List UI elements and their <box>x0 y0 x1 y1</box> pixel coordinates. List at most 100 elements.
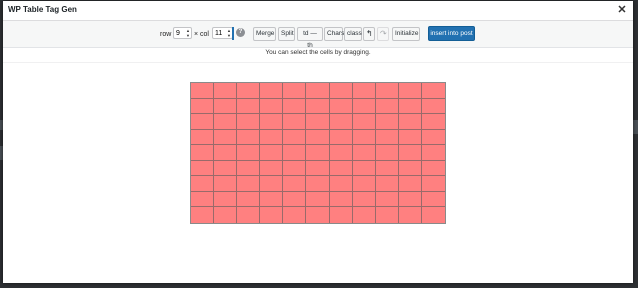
table-cell[interactable] <box>421 114 445 130</box>
table-cell[interactable] <box>260 114 284 130</box>
table-cell[interactable] <box>421 207 445 223</box>
table-cell[interactable] <box>352 145 376 161</box>
table-cell[interactable] <box>260 160 284 177</box>
table-cell[interactable] <box>237 176 261 192</box>
table-cell[interactable] <box>352 176 376 192</box>
table-cell[interactable] <box>214 98 238 115</box>
table-cell[interactable] <box>260 207 284 223</box>
row-spinner-icon[interactable]: ▲ ▼ <box>186 28 190 38</box>
table-cell[interactable] <box>283 191 307 208</box>
table-cell[interactable] <box>214 160 238 177</box>
table-cell[interactable] <box>306 98 330 115</box>
table-cell[interactable] <box>214 145 238 161</box>
table-cell[interactable] <box>214 114 238 130</box>
table-cell[interactable] <box>375 176 399 192</box>
table-cell[interactable] <box>329 145 353 161</box>
table-cell[interactable] <box>214 176 238 192</box>
table-cell[interactable] <box>421 176 445 192</box>
chars-button[interactable]: Chars <box>324 27 344 41</box>
table-cell[interactable] <box>191 145 215 161</box>
table-cell[interactable] <box>329 207 353 223</box>
table-cell[interactable] <box>329 176 353 192</box>
col-count-input[interactable]: 11 ▲ ▼ <box>212 27 233 39</box>
table-cell[interactable] <box>191 114 215 130</box>
table-cell[interactable] <box>329 191 353 208</box>
table-cell[interactable] <box>260 98 284 115</box>
table-cell[interactable] <box>398 191 422 208</box>
table-cell[interactable] <box>398 207 422 223</box>
table-cell[interactable] <box>329 129 353 146</box>
table-cell[interactable] <box>352 191 376 208</box>
table-cell[interactable] <box>306 191 330 208</box>
table-cell[interactable] <box>306 160 330 177</box>
table-cell[interactable] <box>214 83 238 99</box>
table-cell[interactable] <box>329 83 353 99</box>
table-cell[interactable] <box>237 207 261 223</box>
table-cell[interactable] <box>191 176 215 192</box>
table-cell[interactable] <box>329 114 353 130</box>
table-cell[interactable] <box>375 83 399 99</box>
table-cell[interactable] <box>352 207 376 223</box>
table-cell[interactable] <box>398 98 422 115</box>
col-spinner-icon[interactable]: ▲ ▼ <box>227 28 231 38</box>
table-cell[interactable] <box>237 83 261 99</box>
table-cell[interactable] <box>260 145 284 161</box>
table-cell[interactable] <box>421 129 445 146</box>
table-cell[interactable] <box>306 83 330 99</box>
merge-button[interactable]: Merge <box>253 27 276 41</box>
table-cell[interactable] <box>283 145 307 161</box>
table-cell[interactable] <box>260 83 284 99</box>
split-button[interactable]: Split <box>278 27 295 41</box>
table-cell[interactable] <box>306 114 330 130</box>
table-cell[interactable] <box>306 207 330 223</box>
table-cell[interactable] <box>421 160 445 177</box>
undo-icon[interactable]: ↰ <box>363 27 375 41</box>
table-cell[interactable] <box>352 160 376 177</box>
table-cell[interactable] <box>237 98 261 115</box>
table-cell[interactable] <box>191 129 215 146</box>
close-icon[interactable]: ✕ <box>615 3 629 17</box>
initialize-button[interactable]: Initialize <box>392 27 420 41</box>
table-cell[interactable] <box>191 191 215 208</box>
table-cell[interactable] <box>260 191 284 208</box>
class-button[interactable]: class <box>344 27 362 41</box>
table-cell[interactable] <box>214 207 238 223</box>
table-cell[interactable] <box>306 129 330 146</box>
table-cell[interactable] <box>352 114 376 130</box>
table-cell[interactable] <box>352 98 376 115</box>
table-cell[interactable] <box>398 145 422 161</box>
table-cell[interactable] <box>214 191 238 208</box>
table-cell[interactable] <box>421 98 445 115</box>
table-cell[interactable] <box>237 129 261 146</box>
table-cell[interactable] <box>237 160 261 177</box>
table-cell[interactable] <box>329 98 353 115</box>
table-cell[interactable] <box>329 160 353 177</box>
table-cell[interactable] <box>398 83 422 99</box>
table-cell[interactable] <box>375 191 399 208</box>
table-cell[interactable] <box>283 160 307 177</box>
table-cell[interactable] <box>260 176 284 192</box>
table-cell[interactable] <box>283 176 307 192</box>
table-cell[interactable] <box>352 129 376 146</box>
table-cell[interactable] <box>191 160 215 177</box>
table-cell[interactable] <box>283 129 307 146</box>
table-cell[interactable] <box>375 98 399 115</box>
table-cell[interactable] <box>375 114 399 130</box>
td-th-toggle-button[interactable]: td — th <box>297 27 323 49</box>
insert-into-post-button[interactable]: insert into post <box>428 26 475 41</box>
table-cell[interactable] <box>375 129 399 146</box>
table-cell[interactable] <box>260 129 284 146</box>
table-cell[interactable] <box>398 114 422 130</box>
table-cell[interactable] <box>283 98 307 115</box>
table-cell[interactable] <box>283 83 307 99</box>
table-cell[interactable] <box>191 98 215 115</box>
table-grid[interactable] <box>190 82 446 224</box>
table-cell[interactable] <box>306 145 330 161</box>
table-cell[interactable] <box>398 160 422 177</box>
table-cell[interactable] <box>375 160 399 177</box>
table-cell[interactable] <box>375 145 399 161</box>
table-cell[interactable] <box>237 191 261 208</box>
table-cell[interactable] <box>375 207 399 223</box>
table-cell[interactable] <box>398 129 422 146</box>
table-cell[interactable] <box>283 114 307 130</box>
